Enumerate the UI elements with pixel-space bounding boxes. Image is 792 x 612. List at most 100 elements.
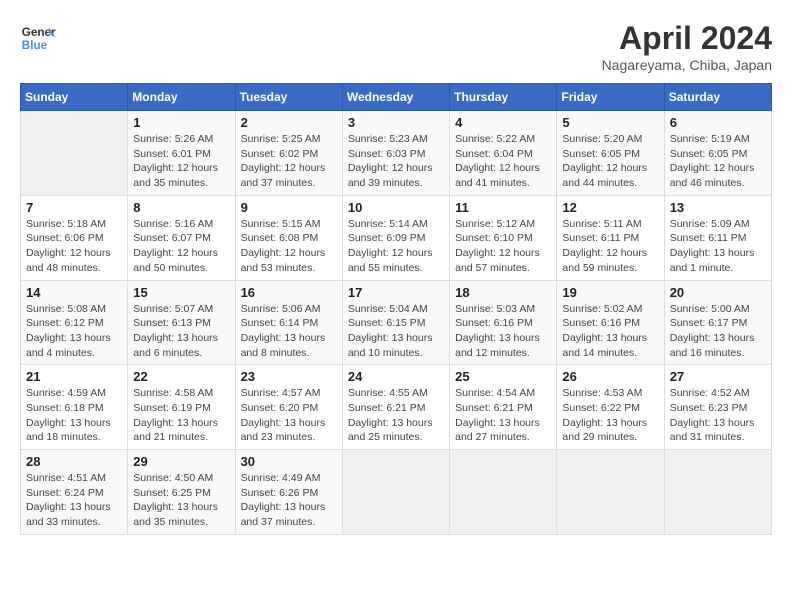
day-info: Sunrise: 4:50 AM Sunset: 6:25 PM Dayligh… — [133, 471, 229, 530]
day-number: 20 — [670, 285, 766, 300]
logo: General Blue — [20, 20, 56, 56]
week-row-5: 28 Sunrise: 4:51 AM Sunset: 6:24 PM Dayli… — [21, 450, 772, 535]
day-number: 24 — [348, 369, 444, 384]
svg-text:Blue: Blue — [22, 39, 48, 52]
weekday-header-row: SundayMondayTuesdayWednesdayThursdayFrid… — [21, 84, 772, 111]
weekday-header-monday: Monday — [128, 84, 235, 111]
week-row-2: 7 Sunrise: 5:18 AM Sunset: 6:06 PM Daylig… — [21, 195, 772, 280]
calendar-cell: 2Sunrise: 5:25 AM Sunset: 6:02 PM Daylig… — [235, 111, 342, 196]
calendar-cell — [664, 450, 771, 535]
day-number: 11 — [455, 200, 551, 215]
day-number: 9 — [241, 200, 337, 215]
day-info: Sunrise: 4:51 AM Sunset: 6:24 PM Dayligh… — [26, 471, 122, 530]
day-number: 12 — [562, 200, 658, 215]
calendar-cell: 5Sunrise: 5:20 AM Sunset: 6:05 PM Daylig… — [557, 111, 664, 196]
day-info: Sunrise: 5:04 AM Sunset: 6:15 PM Dayligh… — [348, 302, 444, 361]
day-number: 28 — [26, 454, 122, 469]
day-info: Sunrise: 5:14 AM Sunset: 6:09 PM Dayligh… — [348, 217, 444, 276]
calendar-cell: 11 Sunrise: 5:12 AM Sunset: 6:10 PM Dayli… — [450, 195, 557, 280]
day-info: Sunrise: 5:15 AM Sunset: 6:08 PM Dayligh… — [241, 217, 337, 276]
day-number: 27 — [670, 369, 766, 384]
calendar-cell: 4 Sunrise: 5:22 AM Sunset: 6:04 PM Daylig… — [450, 111, 557, 196]
calendar-cell: 15 Sunrise: 5:07 AM Sunset: 6:13 PM Dayli… — [128, 280, 235, 365]
day-number: 1 — [133, 115, 229, 130]
day-info: Sunrise: 5:11 AM Sunset: 6:11 PM Dayligh… — [562, 217, 658, 276]
day-number: 8 — [133, 200, 229, 215]
week-row-1: 1 Sunrise: 5:26 AM Sunset: 6:01 PM Daylig… — [21, 111, 772, 196]
day-info: Sunrise: 5:18 AM Sunset: 6:06 PM Dayligh… — [26, 217, 122, 276]
calendar-cell: 23 Sunrise: 4:57 AM Sunset: 6:20 PM Dayli… — [235, 365, 342, 450]
day-info: Sunrise: 5:02 AM Sunset: 6:16 PM Dayligh… — [562, 302, 658, 361]
location: Nagareyama, Chiba, Japan — [602, 57, 772, 73]
calendar-cell: 19 Sunrise: 5:02 AM Sunset: 6:16 PM Dayli… — [557, 280, 664, 365]
day-number: 4 — [455, 115, 551, 130]
day-info: Sunrise: 5:08 AM Sunset: 6:12 PM Dayligh… — [26, 302, 122, 361]
day-number: 26 — [562, 369, 658, 384]
calendar-cell: 1 Sunrise: 5:26 AM Sunset: 6:01 PM Daylig… — [128, 111, 235, 196]
calendar-cell: 26 Sunrise: 4:53 AM Sunset: 6:22 PM Dayli… — [557, 365, 664, 450]
calendar-cell — [21, 111, 128, 196]
day-info: Sunrise: 5:19 AM Sunset: 6:05 PM Dayligh… — [670, 132, 766, 191]
day-info: Sunrise: 4:49 AM Sunset: 6:26 PM Dayligh… — [241, 471, 337, 530]
calendar-cell: 8 Sunrise: 5:16 AM Sunset: 6:07 PM Daylig… — [128, 195, 235, 280]
day-info: Sunrise: 4:53 AM Sunset: 6:22 PM Dayligh… — [562, 386, 658, 445]
day-info: Sunrise: 4:52 AM Sunset: 6:23 PM Dayligh… — [670, 386, 766, 445]
weekday-header-thursday: Thursday — [450, 84, 557, 111]
day-info: Sunrise: 4:54 AM Sunset: 6:21 PM Dayligh… — [455, 386, 551, 445]
day-info: Sunrise: 5:26 AM Sunset: 6:01 PM Dayligh… — [133, 132, 229, 191]
day-number: 30 — [241, 454, 337, 469]
day-number: 14 — [26, 285, 122, 300]
day-number: 21 — [26, 369, 122, 384]
calendar-cell: 18 Sunrise: 5:03 AM Sunset: 6:16 PM Dayli… — [450, 280, 557, 365]
day-number: 3 — [348, 115, 444, 130]
day-number: 23 — [241, 369, 337, 384]
calendar-cell: 3 Sunrise: 5:23 AM Sunset: 6:03 PM Daylig… — [342, 111, 449, 196]
calendar-cell: 12 Sunrise: 5:11 AM Sunset: 6:11 PM Dayli… — [557, 195, 664, 280]
calendar-cell: 21 Sunrise: 4:59 AM Sunset: 6:18 PM Dayli… — [21, 365, 128, 450]
calendar-cell: 20 Sunrise: 5:00 AM Sunset: 6:17 PM Dayli… — [664, 280, 771, 365]
day-info: Sunrise: 4:57 AM Sunset: 6:20 PM Dayligh… — [241, 386, 337, 445]
day-number: 15 — [133, 285, 229, 300]
calendar-cell: 13Sunrise: 5:09 AM Sunset: 6:11 PM Dayli… — [664, 195, 771, 280]
calendar-cell: 30 Sunrise: 4:49 AM Sunset: 6:26 PM Dayli… — [235, 450, 342, 535]
day-info: Sunrise: 5:00 AM Sunset: 6:17 PM Dayligh… — [670, 302, 766, 361]
calendar-cell — [557, 450, 664, 535]
calendar-cell — [450, 450, 557, 535]
logo-icon: General Blue — [20, 20, 56, 56]
day-info: Sunrise: 5:07 AM Sunset: 6:13 PM Dayligh… — [133, 302, 229, 361]
day-info: Sunrise: 5:16 AM Sunset: 6:07 PM Dayligh… — [133, 217, 229, 276]
day-info: Sunrise: 4:55 AM Sunset: 6:21 PM Dayligh… — [348, 386, 444, 445]
day-number: 29 — [133, 454, 229, 469]
day-number: 22 — [133, 369, 229, 384]
calendar-cell: 9 Sunrise: 5:15 AM Sunset: 6:08 PM Daylig… — [235, 195, 342, 280]
day-number: 17 — [348, 285, 444, 300]
page-header: General Blue April 2024 Nagareyama, Chib… — [20, 20, 772, 73]
day-number: 5 — [562, 115, 658, 130]
calendar-cell: 6Sunrise: 5:19 AM Sunset: 6:05 PM Daylig… — [664, 111, 771, 196]
day-number: 18 — [455, 285, 551, 300]
day-info: Sunrise: 4:59 AM Sunset: 6:18 PM Dayligh… — [26, 386, 122, 445]
day-info: Sunrise: 5:09 AM Sunset: 6:11 PM Dayligh… — [670, 217, 766, 276]
day-number: 2 — [241, 115, 337, 130]
calendar-cell: 24 Sunrise: 4:55 AM Sunset: 6:21 PM Dayli… — [342, 365, 449, 450]
day-info: Sunrise: 5:22 AM Sunset: 6:04 PM Dayligh… — [455, 132, 551, 191]
day-number: 19 — [562, 285, 658, 300]
weekday-header-sunday: Sunday — [21, 84, 128, 111]
calendar-cell: 29 Sunrise: 4:50 AM Sunset: 6:25 PM Dayli… — [128, 450, 235, 535]
day-info: Sunrise: 5:12 AM Sunset: 6:10 PM Dayligh… — [455, 217, 551, 276]
calendar-cell: 7 Sunrise: 5:18 AM Sunset: 6:06 PM Daylig… — [21, 195, 128, 280]
day-number: 25 — [455, 369, 551, 384]
calendar-cell: 14 Sunrise: 5:08 AM Sunset: 6:12 PM Dayli… — [21, 280, 128, 365]
calendar-table: SundayMondayTuesdayWednesdayThursdayFrid… — [20, 83, 772, 535]
title-block: April 2024 Nagareyama, Chiba, Japan — [602, 20, 772, 73]
calendar-cell: 27 Sunrise: 4:52 AM Sunset: 6:23 PM Dayli… — [664, 365, 771, 450]
day-number: 16 — [241, 285, 337, 300]
weekday-header-friday: Friday — [557, 84, 664, 111]
weekday-header-saturday: Saturday — [664, 84, 771, 111]
calendar-cell: 16Sunrise: 5:06 AM Sunset: 6:14 PM Dayli… — [235, 280, 342, 365]
calendar-cell: 17 Sunrise: 5:04 AM Sunset: 6:15 PM Dayli… — [342, 280, 449, 365]
day-info: Sunrise: 5:23 AM Sunset: 6:03 PM Dayligh… — [348, 132, 444, 191]
day-number: 7 — [26, 200, 122, 215]
calendar-cell: 28 Sunrise: 4:51 AM Sunset: 6:24 PM Dayli… — [21, 450, 128, 535]
day-info: Sunrise: 5:03 AM Sunset: 6:16 PM Dayligh… — [455, 302, 551, 361]
